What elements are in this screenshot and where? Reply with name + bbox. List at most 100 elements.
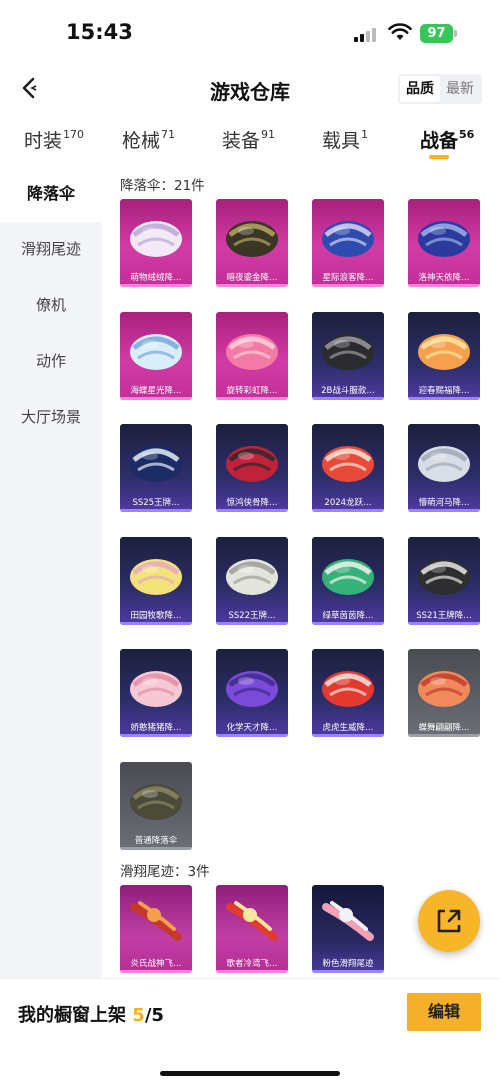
parachute-artwork bbox=[226, 558, 278, 595]
rarity-bar bbox=[312, 509, 384, 512]
tab-fashion[interactable]: 时装170 bbox=[24, 126, 84, 153]
parachute-artwork bbox=[130, 783, 182, 820]
rarity-bar bbox=[216, 970, 288, 973]
parachute-card-label: 化学天才降… bbox=[226, 723, 278, 733]
parachute-card[interactable]: 萌物绒绒降… bbox=[120, 199, 192, 287]
rarity-bar bbox=[216, 621, 288, 625]
parachute-artwork bbox=[418, 446, 470, 482]
parachute-card[interactable]: 懵萌河马降… bbox=[408, 424, 480, 512]
status-time: 15:43 bbox=[66, 20, 133, 44]
parachute-card[interactable]: SS21王牌降… bbox=[408, 536, 480, 625]
rarity-bar bbox=[120, 284, 192, 287]
rarity-bar bbox=[408, 509, 480, 512]
section-title-parachute: 降落伞：21件 bbox=[120, 178, 205, 194]
parachute-card[interactable]: 2B战斗服款… bbox=[312, 311, 384, 400]
parachute-card[interactable]: SS22王牌… bbox=[216, 536, 288, 625]
parachute-card[interactable]: 化学天才降… bbox=[216, 649, 288, 737]
trail-card-label: 歌者冷鸢飞… bbox=[226, 959, 278, 969]
parachute-card-label: 普通降落伞 bbox=[134, 835, 178, 846]
parachute-card[interactable]: 海蝶星光降… bbox=[120, 311, 192, 400]
parachute-card[interactable]: 暗夜鎏金降… bbox=[216, 199, 288, 287]
parachute-artwork bbox=[226, 221, 278, 257]
parachute-artwork bbox=[418, 221, 470, 257]
rarity-bar bbox=[408, 396, 480, 400]
sidebar-item-glide-trail[interactable]: 滑翔尾迹 bbox=[0, 221, 102, 277]
parachute-card-label: 洛神天依降… bbox=[418, 273, 470, 283]
parachute-artwork bbox=[322, 333, 374, 370]
parachute-card[interactable]: 娇憨猪猪降… bbox=[120, 649, 192, 737]
active-tab-indicator bbox=[429, 155, 449, 159]
sort-by-quality[interactable]: 品质 bbox=[400, 76, 440, 102]
parachute-card-label: 虎虎生威降… bbox=[322, 723, 374, 733]
parachute-artwork bbox=[322, 221, 374, 257]
parachute-card[interactable]: 洛神天依降… bbox=[408, 199, 480, 287]
cellular-signal-icon bbox=[354, 28, 380, 42]
parachute-artwork bbox=[418, 558, 470, 595]
trail-card[interactable]: 粉色滑翔尾迹 bbox=[312, 885, 384, 973]
rarity-bar bbox=[120, 970, 192, 973]
tab-equipment[interactable]: 装备91 bbox=[222, 126, 275, 153]
parachute-card[interactable]: 绿草茵茵降… bbox=[312, 536, 384, 625]
parachute-card[interactable]: 迎春赐福降… bbox=[408, 311, 480, 400]
showcase-status: 我的橱窗上架 5/5 bbox=[18, 1005, 164, 1026]
sidebar-item-parachute[interactable]: 降落伞 bbox=[0, 166, 102, 222]
showcase-count: 5 bbox=[132, 1005, 145, 1026]
rarity-bar bbox=[120, 846, 192, 850]
battery-icon: 97 bbox=[420, 24, 458, 43]
parachute-card-label: 萌物绒绒降… bbox=[130, 273, 182, 283]
trail-card[interactable]: 炎氏战神飞… bbox=[120, 885, 192, 973]
trail-card[interactable]: 歌者冷鸢飞… bbox=[216, 885, 288, 973]
parachute-artwork bbox=[130, 333, 182, 370]
trail-artwork bbox=[130, 901, 182, 941]
parachute-card[interactable]: 旋转彩虹降… bbox=[216, 311, 288, 400]
parachute-card[interactable]: 虎虎生威降… bbox=[312, 649, 384, 737]
parachute-card-label: 田园牧歌降… bbox=[130, 610, 182, 621]
parachute-artwork bbox=[130, 446, 182, 482]
trail-card-label: 粉色滑翔尾迹 bbox=[322, 959, 374, 969]
rarity-bar bbox=[312, 970, 384, 973]
parachute-card-label: 星际浪客降… bbox=[322, 273, 374, 283]
parachute-card[interactable]: SS25王牌… bbox=[120, 424, 192, 512]
parachute-card[interactable]: 田园牧歌降… bbox=[120, 536, 192, 625]
parachute-card-label: 2024龙跃… bbox=[324, 498, 372, 508]
parachute-card[interactable]: 惊鸿侠骨降… bbox=[216, 424, 288, 512]
trail-card-label: 炎氏战神飞… bbox=[130, 959, 182, 969]
bottom-bar: 我的橱窗上架 5/5 编辑 bbox=[0, 978, 500, 1084]
parachute-card[interactable]: 蝶舞翩翩降… bbox=[408, 649, 480, 737]
sidebar-item-emote[interactable]: 动作 bbox=[0, 333, 102, 389]
parachute-artwork bbox=[226, 333, 278, 370]
parachute-artwork bbox=[418, 333, 470, 370]
rarity-bar bbox=[408, 734, 480, 737]
sidebar-item-lobby-scene[interactable]: 大厅场景 bbox=[0, 389, 102, 445]
parachute-card[interactable]: 2024龙跃… bbox=[312, 424, 384, 512]
header: 游戏仓库 品质 最新 bbox=[0, 62, 500, 114]
rarity-bar bbox=[216, 396, 288, 400]
share-button[interactable] bbox=[418, 890, 480, 952]
rarity-bar bbox=[120, 734, 192, 737]
section-title-glide-trail: 滑翔尾迹：3件 bbox=[120, 864, 210, 880]
parachute-card-label: 海蝶星光降… bbox=[130, 385, 182, 396]
parachute-card-label: 惊鸿侠骨降… bbox=[226, 498, 278, 508]
parachute-card[interactable]: 普通降落伞 bbox=[120, 761, 192, 850]
rarity-bar bbox=[216, 284, 288, 287]
parachute-artwork bbox=[226, 671, 278, 707]
rarity-bar bbox=[216, 509, 288, 512]
parachute-artwork bbox=[418, 671, 470, 707]
sort-by-newest[interactable]: 最新 bbox=[440, 76, 480, 102]
parachute-artwork bbox=[130, 221, 182, 257]
tab-battle-gear[interactable]: 战备56 bbox=[420, 126, 474, 153]
rarity-bar bbox=[408, 284, 480, 287]
sidebar-item-wingman[interactable]: 僚机 bbox=[0, 277, 102, 333]
tab-vehicles[interactable]: 载具1 bbox=[322, 126, 368, 153]
rarity-bar bbox=[312, 621, 384, 625]
edit-button[interactable]: 编辑 bbox=[407, 993, 481, 1031]
parachute-card-label: 旋转彩虹降… bbox=[226, 385, 278, 396]
tab-guns[interactable]: 枪械71 bbox=[122, 126, 175, 153]
rarity-bar bbox=[120, 396, 192, 400]
parachute-artwork bbox=[322, 446, 374, 482]
rarity-bar bbox=[120, 509, 192, 512]
parachute-card-label: SS22王牌… bbox=[228, 610, 276, 621]
parachute-card-label: 2B战斗服款… bbox=[321, 385, 375, 396]
parachute-artwork bbox=[226, 446, 278, 482]
parachute-card[interactable]: 星际浪客降… bbox=[312, 199, 384, 287]
